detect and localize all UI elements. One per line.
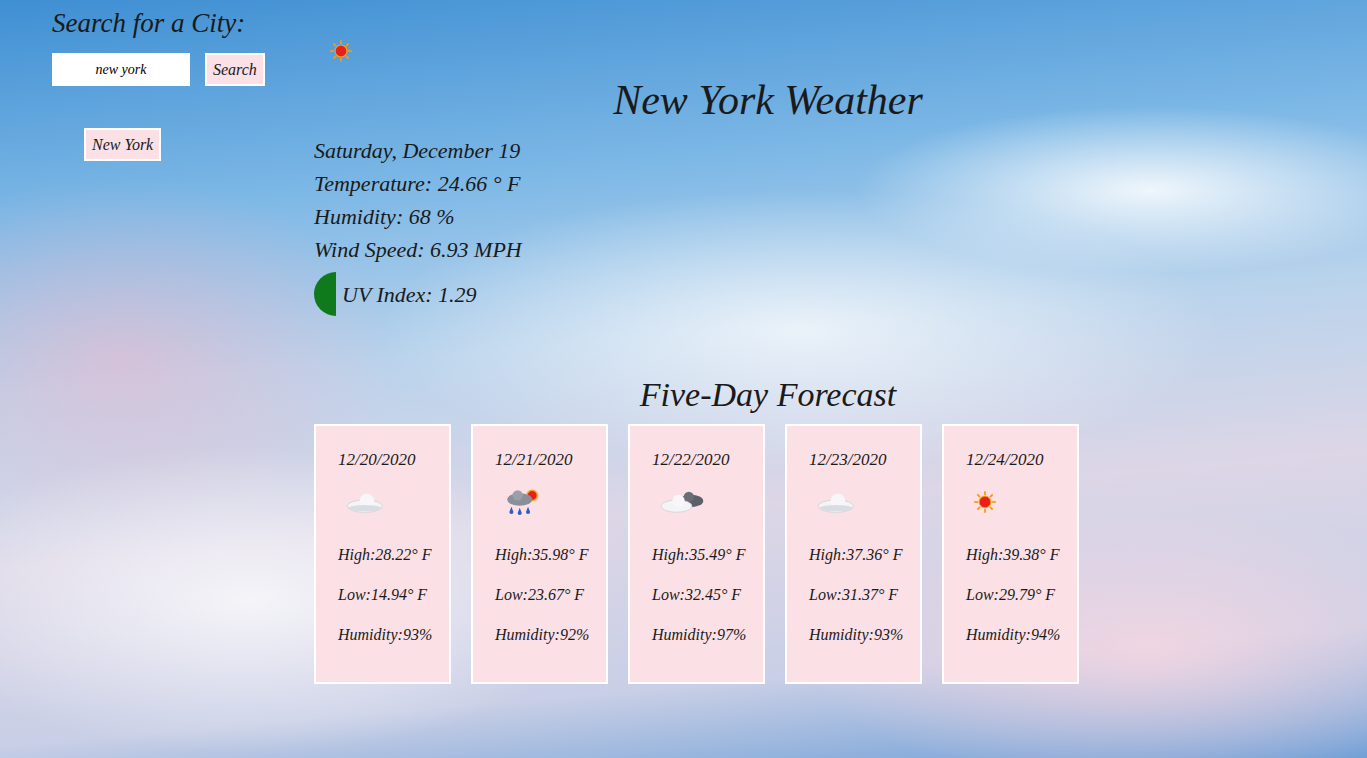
current-uv: UV Index: 1.29 [314,272,1222,316]
forecast-card: 12/20/2020 High:28.22° F Low:14.94° F Hu… [314,424,451,684]
forecast-date: 12/20/2020 [338,450,443,470]
forecast-cards: 12/20/2020 High:28.22° F Low:14.94° F Hu… [314,424,1222,684]
rain-icon [501,486,543,517]
forecast-heading: Five-Day Forecast [314,376,1222,414]
forecast-icon [658,480,757,524]
current-icon [328,38,1222,66]
search-button[interactable]: Search [205,53,265,86]
search-row: Search [52,53,314,86]
sun-icon [972,489,998,515]
forecast-date: 12/23/2020 [809,450,914,470]
forecast-icon [501,480,600,524]
forecast-date: 12/24/2020 [966,450,1071,470]
sun-icon [328,38,354,64]
forecast-card: 12/21/2020 High:35.98° F Low:23.67° F Hu… [471,424,608,684]
sidebar: Search for a City: Search New York [0,0,314,758]
uv-label: UV Index: 1.29 [342,278,477,311]
city-input[interactable] [52,53,190,86]
forecast-icon [972,480,1071,524]
forecast-card: 12/24/2020 High:39.38° F Low:29.79° F Hu… [942,424,1079,684]
forecast-date: 12/22/2020 [652,450,757,470]
cloud-icon [344,489,386,515]
current-details: Saturday, December 19 Temperature: 24.66… [314,134,1222,316]
weather-page: Search for a City: Search New York New Y… [0,0,1367,758]
forecast-high: High:37.36° F [809,546,914,564]
forecast-humidity: Humidity:94% [966,626,1071,644]
forecast-low: Low:32.45° F [652,586,757,604]
search-heading: Search for a City: [52,8,314,39]
forecast-date: 12/21/2020 [495,450,600,470]
forecast-high: High:35.98° F [495,546,600,564]
current-date: Saturday, December 19 [314,134,1222,167]
forecast-humidity: Humidity:93% [809,626,914,644]
forecast-low: Low:29.79° F [966,586,1071,604]
current-humidity: Humidity: 68 % [314,200,1222,233]
forecast-high: High:39.38° F [966,546,1071,564]
history-list: New York [84,128,314,161]
current-temperature: Temperature: 24.66 ° F [314,167,1222,200]
forecast-humidity: Humidity:93% [338,626,443,644]
main-panel: New York Weather Saturday, December 19 T… [314,0,1222,758]
forecast-icon [344,480,443,524]
forecast-card: 12/22/2020 High:35.49° F Low:32.45° F Hu… [628,424,765,684]
forecast-low: Low:23.67° F [495,586,600,604]
history-button[interactable]: New York [84,128,161,161]
forecast-humidity: Humidity:97% [652,626,757,644]
current-wind: Wind Speed: 6.93 MPH [314,233,1222,266]
forecast-low: Low:14.94° F [338,586,443,604]
forecast-icon [815,480,914,524]
forecast-high: High:35.49° F [652,546,757,564]
overcast-icon [658,489,707,515]
forecast-humidity: Humidity:92% [495,626,600,644]
forecast-high: High:28.22° F [338,546,443,564]
forecast-low: Low:31.37° F [809,586,914,604]
city-title: New York Weather [314,76,1222,124]
cloud-icon [815,489,857,515]
uv-badge [314,272,336,316]
forecast-card: 12/23/2020 High:37.36° F Low:31.37° F Hu… [785,424,922,684]
